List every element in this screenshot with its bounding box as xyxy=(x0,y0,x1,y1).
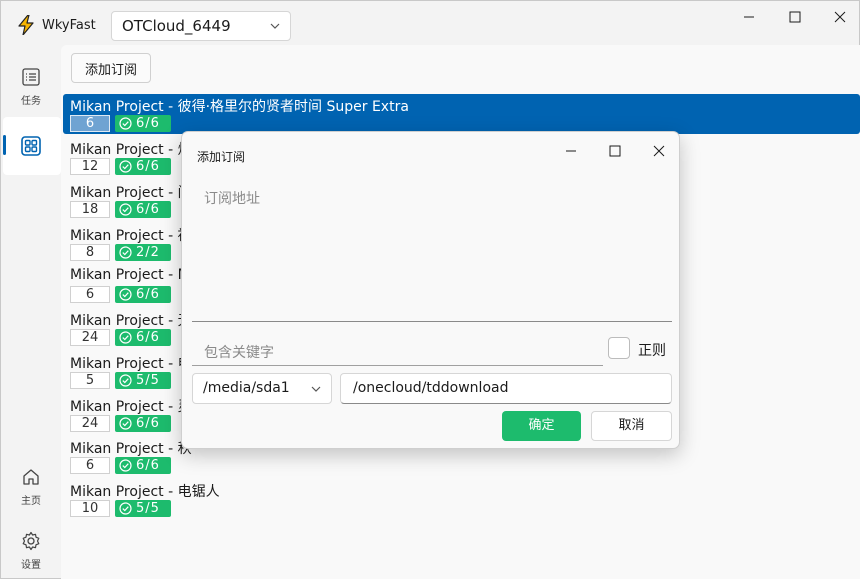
check-circle-icon xyxy=(119,331,132,344)
episode-count: 6 xyxy=(70,115,110,132)
check-circle-icon xyxy=(119,459,132,472)
status-badge: 5/5 xyxy=(115,500,171,517)
chevron-down-icon xyxy=(311,386,321,392)
nav-item-home[interactable]: 主页 xyxy=(1,459,61,517)
status-text: 6/6 xyxy=(136,202,160,217)
task-list-icon xyxy=(22,68,40,86)
minimize-button[interactable] xyxy=(734,7,764,27)
check-circle-icon xyxy=(119,502,132,515)
subscription-title: Mikan Project - 电锯人 xyxy=(70,484,220,500)
list-item[interactable]: Mikan Project - 电锯人 10 5/5 xyxy=(63,479,860,519)
check-circle-icon xyxy=(119,203,132,216)
regex-label: 正则 xyxy=(638,343,666,359)
url-placeholder: 订阅地址 xyxy=(204,191,260,207)
episode-count: 5 xyxy=(70,372,110,389)
mount-path-select[interactable]: /media/sda1 xyxy=(192,373,332,404)
active-indicator xyxy=(3,135,6,155)
add-subscription-button[interactable]: 添加订阅 xyxy=(71,53,151,83)
check-circle-icon xyxy=(119,246,132,259)
status-badge: 6/6 xyxy=(115,329,171,346)
regex-checkbox[interactable] xyxy=(608,337,630,359)
apps-grid-icon xyxy=(21,136,41,156)
status-text: 6/6 xyxy=(136,287,160,302)
subscription-title: Mikan Project - 彼得·格里尔的贤者时间 Super Extra xyxy=(70,99,409,115)
check-circle-icon xyxy=(119,374,132,387)
episode-count: 24 xyxy=(70,415,110,432)
mount-path-value: /media/sda1 xyxy=(203,380,290,396)
check-circle-icon xyxy=(119,288,132,301)
episode-count: 12 xyxy=(70,158,110,175)
cancel-button[interactable]: 取消 xyxy=(591,411,672,441)
status-text: 6/6 xyxy=(136,330,160,345)
subscription-title: Mikan Project - 被 xyxy=(70,228,192,244)
episode-count: 8 xyxy=(70,244,110,261)
app-window: WkyFast OTCloud_6449 任务 主页 设置 添加订阅 Mikan… xyxy=(0,0,860,579)
status-badge: 6/6 xyxy=(115,158,171,175)
app-title: WkyFast xyxy=(42,18,96,33)
minimize-icon xyxy=(744,16,754,18)
close-icon xyxy=(653,145,665,157)
close-icon xyxy=(834,11,846,23)
maximize-button[interactable] xyxy=(780,7,810,27)
subscription-title: Mikan Project - 灵 xyxy=(70,399,192,415)
status-badge: 6/6 xyxy=(115,286,171,303)
subscription-title: Mikan Project - 无 xyxy=(70,313,192,329)
status-text: 6/6 xyxy=(136,159,160,174)
check-circle-icon xyxy=(119,160,132,173)
profile-select[interactable]: OTCloud_6449 xyxy=(111,11,291,41)
subscription-title: Mikan Project - 烦 xyxy=(70,142,192,158)
status-text: 6/6 xyxy=(136,116,160,131)
maximize-icon xyxy=(789,11,801,23)
status-badge: 6/6 xyxy=(115,201,171,218)
download-path-input[interactable]: /onecloud/tddownload xyxy=(340,373,672,404)
check-circle-icon xyxy=(119,417,132,430)
nav-item-tasks[interactable]: 任务 xyxy=(1,59,61,117)
nav-home-label: 主页 xyxy=(21,496,41,507)
nav-item-settings[interactable]: 设置 xyxy=(1,523,61,579)
confirm-button[interactable]: 确定 xyxy=(502,411,581,441)
maximize-icon xyxy=(609,145,621,157)
add-subscription-dialog: 添加订阅 订阅地址 包含关键字 正则 /media/sda1 /onecloud… xyxy=(181,131,680,449)
episode-count: 24 xyxy=(70,329,110,346)
subscription-title: Mikan Project - 电 xyxy=(70,356,192,372)
keyword-input[interactable]: 包含关键字 xyxy=(192,334,603,366)
chevron-down-icon xyxy=(270,23,280,29)
dialog-minimize-button[interactable] xyxy=(557,140,585,162)
dialog-title: 添加订阅 xyxy=(197,150,246,164)
home-icon xyxy=(23,469,39,485)
status-badge: 2/2 xyxy=(115,244,171,261)
status-badge: 6/6 xyxy=(115,415,171,432)
subscription-title: Mikan Project - M xyxy=(70,267,190,283)
list-item[interactable]: Mikan Project - 彼得·格里尔的贤者时间 Super Extra … xyxy=(63,94,860,134)
close-button[interactable] xyxy=(825,7,855,27)
gear-icon xyxy=(22,531,40,551)
status-text: 6/6 xyxy=(136,416,160,431)
minimize-icon xyxy=(566,150,576,152)
lightning-logo-icon xyxy=(18,15,34,35)
status-badge: 6/6 xyxy=(115,457,171,474)
episode-count: 10 xyxy=(70,500,110,517)
subscription-title: Mikan Project - 秋 xyxy=(70,441,192,457)
subscription-url-input[interactable]: 订阅地址 xyxy=(192,178,672,322)
subscription-title: Mikan Project - 间 xyxy=(70,185,192,201)
episode-count: 6 xyxy=(70,457,110,474)
dialog-close-button[interactable] xyxy=(645,140,673,162)
dialog-maximize-button[interactable] xyxy=(601,140,629,162)
status-text: 5/5 xyxy=(136,373,160,388)
episode-count: 18 xyxy=(70,201,110,218)
keyword-placeholder: 包含关键字 xyxy=(204,345,274,361)
nav-tasks-label: 任务 xyxy=(21,96,41,107)
status-text: 6/6 xyxy=(136,458,160,473)
check-circle-icon xyxy=(119,117,132,130)
status-badge: 6/6 xyxy=(115,115,171,132)
status-text: 5/5 xyxy=(136,501,160,516)
episode-count: 6 xyxy=(70,286,110,303)
profile-select-value: OTCloud_6449 xyxy=(122,17,231,35)
title-bar: WkyFast OTCloud_6449 xyxy=(1,1,859,45)
status-badge: 5/5 xyxy=(115,372,171,389)
nav-item-subscriptions[interactable] xyxy=(3,117,61,175)
nav-settings-label: 设置 xyxy=(21,560,41,571)
status-text: 2/2 xyxy=(136,245,160,260)
nav-rail: 任务 主页 设置 xyxy=(1,45,61,579)
